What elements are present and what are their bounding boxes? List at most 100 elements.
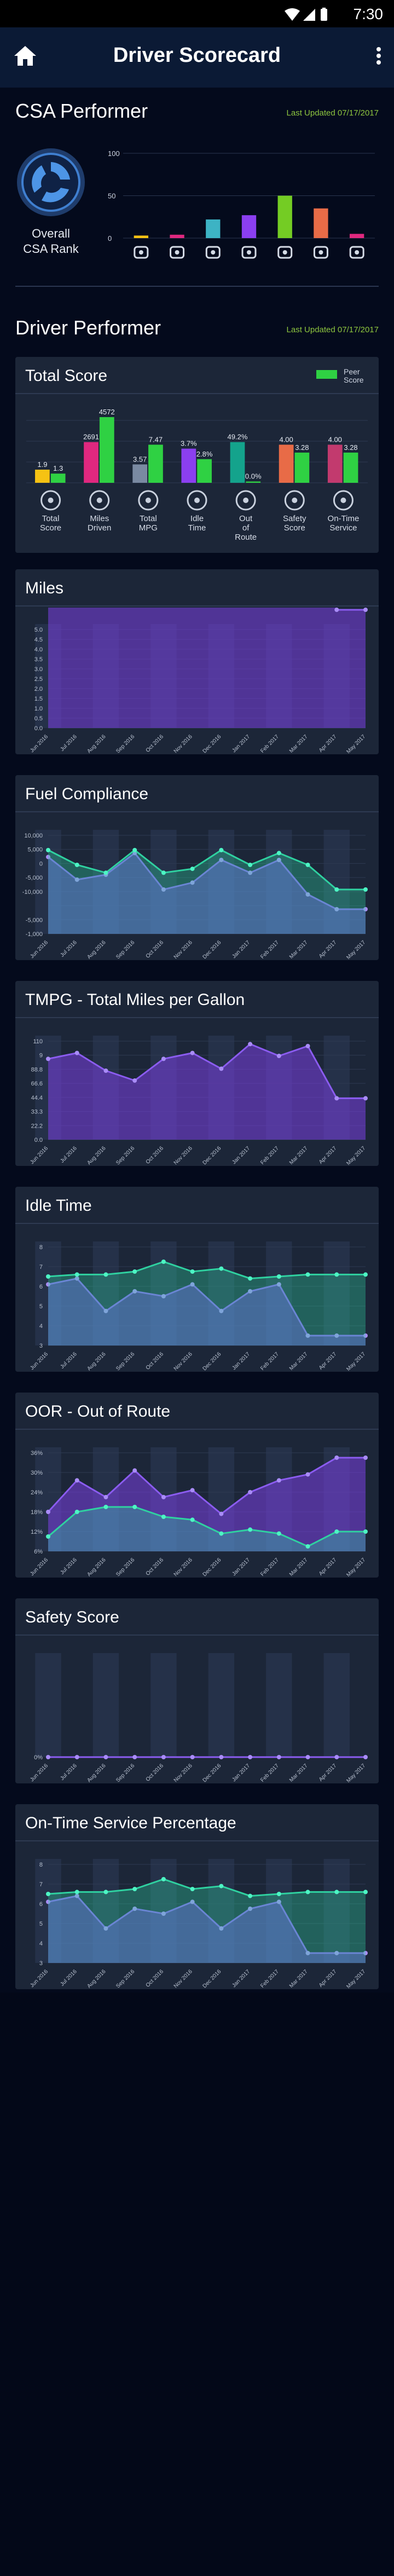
- y-axis-label: 5: [39, 1303, 43, 1310]
- series-point: [161, 1755, 166, 1759]
- icon-dot: [282, 250, 287, 255]
- peer-score-label: 3.28: [344, 443, 357, 452]
- y-axis-label: 4: [39, 1323, 43, 1330]
- series-point: [46, 1510, 50, 1514]
- y-axis-label: -5,000: [26, 875, 43, 881]
- icon-dot: [247, 250, 251, 255]
- safety-score-card[interactable]: Safety Score 0% Jun 2016 Jul 2016 Aug 2016 S…: [15, 1598, 379, 1783]
- out-of-route-area-chart: 36% 30% 24% 18% 12% 6% Jun 2016 Jul 2016 Aug 201…: [29, 1447, 368, 1578]
- x-axis-label: Jul 2016: [59, 1763, 78, 1782]
- x-axis-label: Jul 2016: [59, 733, 78, 753]
- series-point: [132, 1505, 137, 1509]
- x-axis-label: Mar 2017: [288, 1145, 309, 1166]
- driver-score-label: 49.2%: [228, 433, 248, 441]
- fuel-compliance-area-chart: 10,000 5,000 0 -5,000 -10,000 -5,000 -1,000Jun…: [22, 830, 368, 960]
- icon-dot: [138, 250, 143, 255]
- x-axis-label: Aug 2016: [86, 1763, 107, 1783]
- series-point: [74, 1755, 79, 1759]
- series-point: [161, 1495, 166, 1499]
- category-label: Driven: [88, 523, 111, 533]
- idle-time-title: Idle Time: [25, 1197, 92, 1215]
- y-axis-label: 5: [39, 1921, 43, 1927]
- peer-score-bar: [50, 473, 66, 483]
- y-axis-label: 0.0: [34, 1137, 43, 1143]
- series-point: [334, 1096, 339, 1101]
- csa-axis-label: 0: [108, 234, 112, 242]
- x-axis-label: Feb 2017: [259, 939, 280, 960]
- x-axis-label: Sep 2016: [115, 1968, 136, 1989]
- series-point: [190, 1887, 195, 1891]
- on-time-service-card[interactable]: On-Time Service Percentage 8 7 6 5 4 3 Jun 201…: [15, 1804, 379, 1989]
- category-label: Time: [188, 523, 206, 533]
- y-axis-label: -5,000: [26, 917, 43, 923]
- peer-score-label: 3.28: [295, 443, 309, 452]
- series-point: [161, 870, 166, 875]
- x-axis-label: Jul 2016: [59, 1557, 78, 1576]
- x-axis-label: Oct 2016: [145, 1763, 165, 1783]
- icon-dot: [355, 250, 360, 255]
- x-axis-label: Apr 2017: [318, 939, 338, 960]
- card-rule: [15, 1223, 379, 1224]
- app-bar: Driver Scorecard: [0, 27, 394, 88]
- series-point: [161, 1056, 166, 1061]
- csa-bar: [277, 195, 292, 238]
- peer-score-bar: [294, 452, 310, 483]
- x-axis-label: Sep 2016: [115, 1145, 136, 1166]
- driver-score-bar: [132, 464, 148, 483]
- column-band: [150, 1653, 177, 1757]
- driver-score-label: 4.00: [279, 435, 293, 443]
- wifi-icon: [285, 8, 300, 21]
- series-point: [305, 1272, 310, 1277]
- safety-score-title: Safety Score: [25, 1608, 119, 1626]
- status-bar: 7:30: [0, 0, 394, 27]
- series-point: [219, 848, 224, 852]
- x-axis-label: Apr 2017: [318, 1145, 338, 1165]
- x-axis-label: Jun 2016: [29, 733, 49, 754]
- total-score-card[interactable]: Total Score Peer Score 1.9 1.3 Total Score 2…: [15, 357, 379, 553]
- icon-dot: [211, 250, 216, 255]
- series-point: [248, 1042, 253, 1047]
- x-axis-label: Jan 2017: [231, 1763, 251, 1783]
- series-point: [276, 851, 281, 856]
- x-axis-label: Nov 2016: [173, 1763, 194, 1783]
- category-icon-center: [96, 498, 102, 503]
- tmpg-card[interactable]: TMPG - Total Miles per Gallon 110 9 88.8 66…: [15, 981, 379, 1166]
- more-menu-button[interactable]: [375, 46, 382, 68]
- x-axis-label: Feb 2017: [259, 1763, 280, 1783]
- series-point: [219, 1884, 224, 1888]
- x-axis-label: Mar 2017: [288, 939, 309, 960]
- out-of-route-card[interactable]: OOR - Out of Route 36% 30% 24% 18% 12% 6% Jun …: [15, 1393, 379, 1578]
- csa-bar-chart: 100 50 0: [108, 149, 375, 259]
- series-point: [334, 887, 339, 892]
- card-rule: [15, 605, 379, 607]
- peer-score-bar: [148, 444, 163, 483]
- csa-rank[interactable]: Overall CSA Rank: [15, 147, 86, 257]
- peer-score-legend: Peer Score: [316, 368, 369, 384]
- series-point: [334, 1272, 339, 1277]
- x-axis-label: Apr 2017: [318, 1968, 338, 1989]
- y-axis-label: 0.5: [34, 715, 43, 722]
- csa-rank-label: Overall CSA Rank: [15, 226, 86, 257]
- fuel-compliance-card[interactable]: Fuel Compliance 10,000 5,000 0 -5,000 -10,00…: [15, 775, 379, 960]
- series-point: [276, 1755, 281, 1759]
- csa-bar: [170, 234, 184, 238]
- y-axis-label: 10,000: [24, 833, 43, 839]
- y-axis-label: -10,000: [22, 889, 43, 896]
- x-axis-label: Dec 2016: [201, 1557, 222, 1578]
- series-point: [219, 1266, 224, 1271]
- column-band: [266, 1653, 292, 1757]
- x-axis-label: Jun 2016: [29, 1145, 49, 1165]
- x-axis-label: Jan 2017: [231, 1557, 251, 1577]
- x-axis-label: Jul 2016: [59, 1351, 78, 1370]
- miles-card[interactable]: Miles 5.0 4.5 4.0 3.5 3.0 2.5 2.0 1.5 1.0 0.5 0.0 J…: [15, 569, 379, 754]
- x-axis-label: Apr 2017: [318, 1557, 338, 1577]
- x-axis-label: Oct 2016: [145, 733, 165, 754]
- x-axis-label: Aug 2016: [86, 1557, 107, 1578]
- y-axis-label: 110: [33, 1038, 43, 1045]
- series-point: [46, 1892, 50, 1896]
- empty-background: [0, 1992, 394, 2576]
- column-band: [92, 1653, 119, 1757]
- series-point: [190, 1517, 195, 1522]
- idle-time-card[interactable]: Idle Time 8 7 6 5 4 3 Jun 2016 Jul 2016 Aug 2016…: [15, 1187, 379, 1372]
- series-point: [248, 1755, 253, 1759]
